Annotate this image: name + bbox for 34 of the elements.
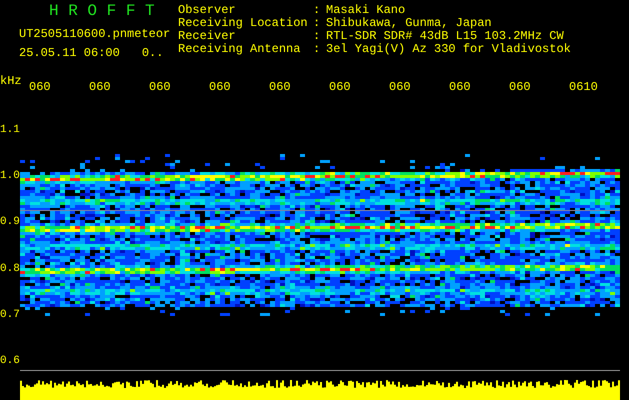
info-label: Receiving Location [178,17,309,30]
frequency-label: 0.6 [0,354,20,369]
date-time: 25.05.11 06:00 [19,46,120,61]
time-label: 060 [269,80,292,95]
frequency-label: 0.7 [0,308,20,323]
time-label: 0610 [569,80,599,95]
info-label: Observer [178,4,237,17]
time-label: 060 [389,80,412,95]
info-value: RTL-SDR SDR# 43dB L15 103.2MHz CW [326,30,564,43]
app-title: H R O F F T [48,2,156,20]
info-colon: : [313,43,322,56]
time-label: 060 [29,80,52,95]
file-type: meteor [127,27,170,42]
info-colon: : [313,4,322,17]
unit-label: kHz [0,74,23,89]
info-colon: : [313,17,322,30]
time-label: 060 [209,80,232,95]
file-value: 0.. [142,46,164,61]
info-value: 3el Yagi(V) Az 330 for Vladivostok [326,43,571,56]
info-label: Receiving Antenna [178,43,302,56]
time-label: 060 [89,80,112,95]
frequency-label: 1.0 [0,169,20,184]
frequency-label: 0.9 [0,215,20,230]
info-value: Shibukawa, Gunma, Japan [326,17,492,30]
time-label: 060 [149,80,172,95]
info-value: Masaki Kano [326,4,406,17]
time-label: 060 [449,80,472,95]
frequency-label: 0.8 [0,262,20,277]
time-label: 060 [329,80,352,95]
info-label: Receiver [178,30,237,43]
time-label: 060 [509,80,532,95]
frequency-label: 1.1 [0,123,20,138]
file-name: UT2505110600.pn [19,27,128,42]
info-colon: : [313,30,322,43]
